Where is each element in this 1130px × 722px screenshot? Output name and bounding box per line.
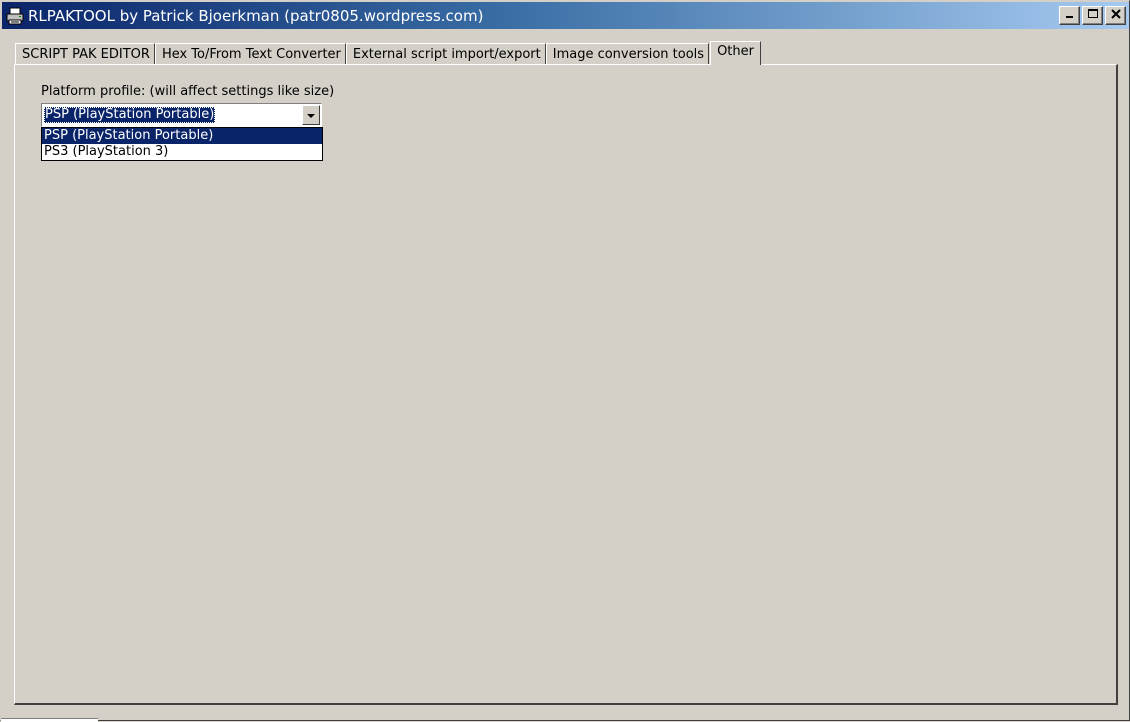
chevron-down-icon <box>307 108 315 123</box>
taskbar-edge <box>1 718 98 722</box>
tab-external-script-import-export[interactable]: External script import/export <box>345 43 546 65</box>
tab-hex-text-converter[interactable]: Hex To/From Text Converter <box>154 43 346 65</box>
dropdown-option-ps3[interactable]: PS3 (PlayStation 3) <box>42 144 322 160</box>
tab-label: Hex To/From Text Converter <box>161 47 341 62</box>
window-title: RLPAKTOOL by Patrick Bjoerkman (patr0805… <box>28 6 484 25</box>
platform-profile-combobox[interactable]: PSP (PlayStation Portable) <box>41 103 322 127</box>
tab-label: SCRIPT PAK EDITOR <box>22 47 150 62</box>
tab-label: Image conversion tools <box>552 47 705 62</box>
application-window: RLPAKTOOL by Patrick Bjoerkman (patr0805… <box>0 0 1130 722</box>
close-button[interactable] <box>1105 6 1126 25</box>
platform-profile-dropdown-list[interactable]: PSP (PlayStation Portable) PS3 (PlayStat… <box>41 127 323 161</box>
tab-other[interactable]: Other <box>710 41 761 65</box>
tab-label: External script import/export <box>352 47 541 62</box>
title-bar[interactable]: RLPAKTOOL by Patrick Bjoerkman (patr0805… <box>2 2 1129 29</box>
maximize-icon <box>1087 8 1099 24</box>
close-icon <box>1110 8 1122 24</box>
caption-buttons <box>1059 6 1126 25</box>
minimize-icon <box>1064 8 1076 24</box>
tab-script-pak-editor[interactable]: SCRIPT PAK EDITOR <box>15 43 155 65</box>
tab-image-conversion-tools[interactable]: Image conversion tools <box>545 43 710 65</box>
minimize-button[interactable] <box>1059 6 1080 25</box>
maximize-button[interactable] <box>1082 6 1103 25</box>
printer-icon[interactable] <box>5 6 25 26</box>
tab-label: Other <box>717 44 754 59</box>
combobox-selected-value: PSP (PlayStation Portable) <box>44 107 216 123</box>
platform-profile-label: Platform profile: (will affect settings … <box>41 84 335 99</box>
dropdown-button[interactable] <box>302 105 320 125</box>
tab-strip: SCRIPT PAK EDITOR Hex To/From Text Conve… <box>15 41 761 65</box>
dropdown-option-psp[interactable]: PSP (PlayStation Portable) <box>42 128 322 144</box>
